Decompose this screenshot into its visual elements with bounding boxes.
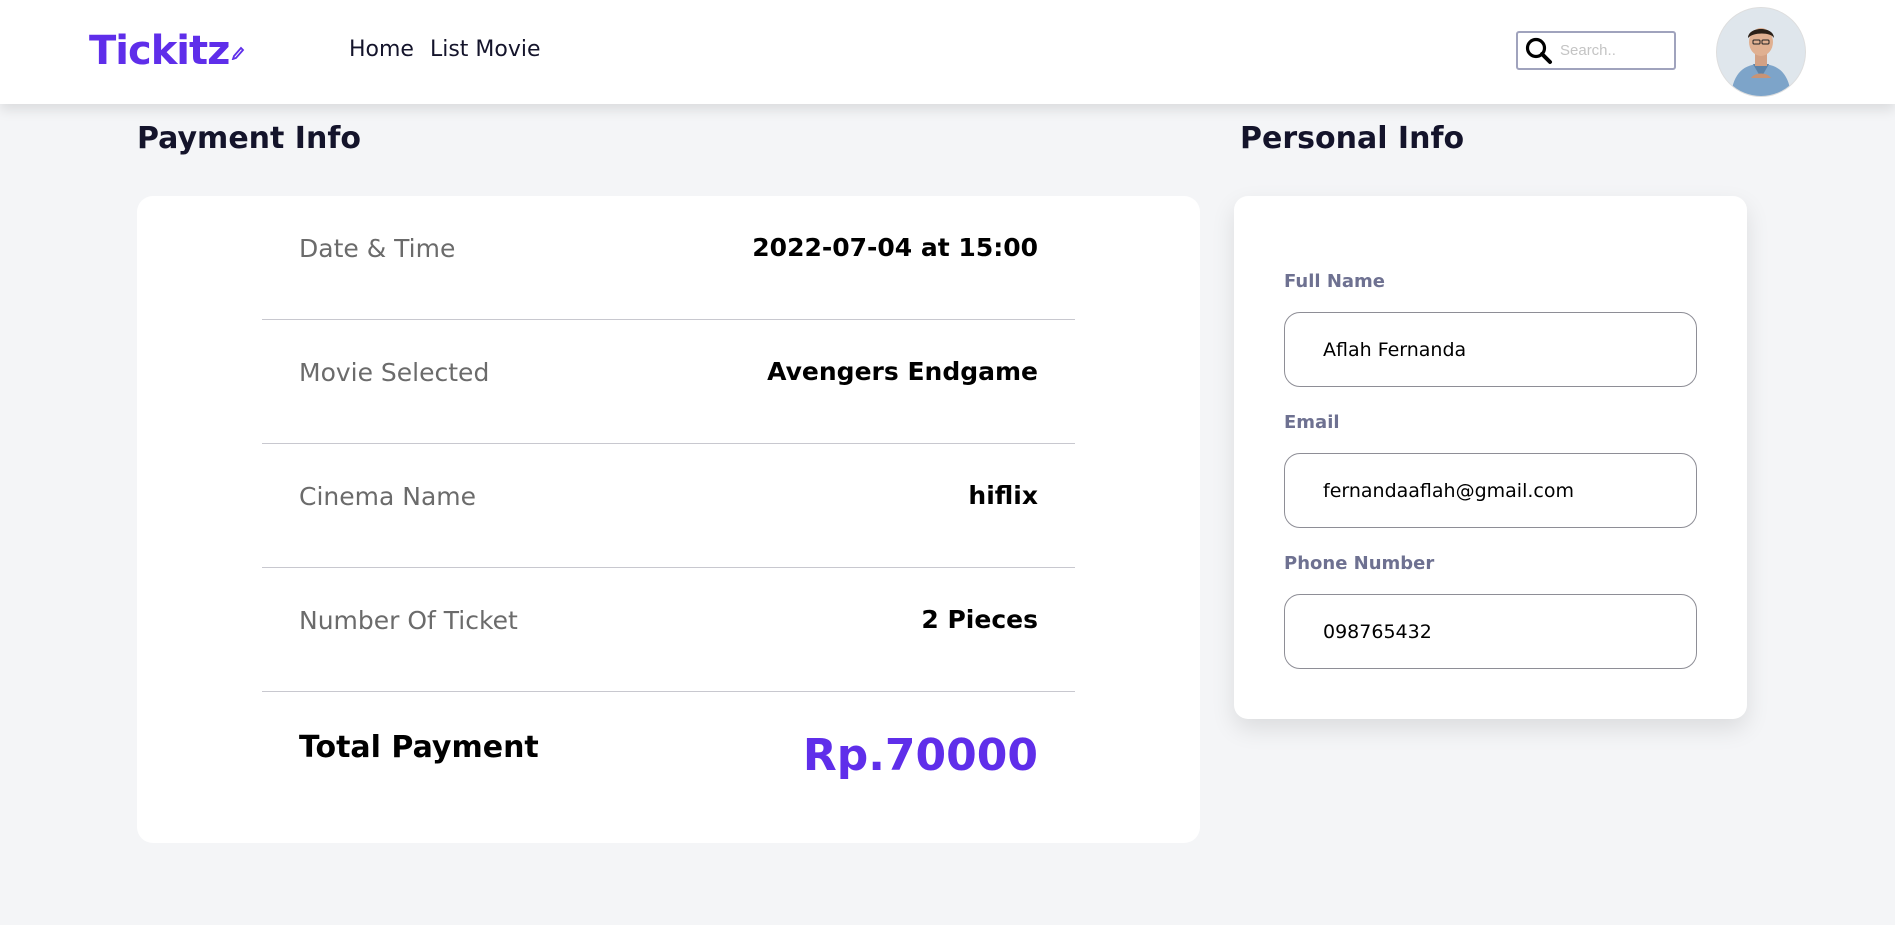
payment-row-date-time: Date & Time 2022-07-04 at 15:00 (262, 196, 1075, 320)
search-input[interactable] (1560, 42, 1670, 59)
full-name-field[interactable] (1284, 312, 1697, 387)
nav-link-list-movie[interactable]: List Movie (430, 36, 541, 64)
phone-number-label: Phone Number (1284, 553, 1435, 574)
logo-text: Tickitz (89, 28, 230, 74)
payment-row-label: Number Of Ticket (299, 606, 518, 635)
payment-row-label: Movie Selected (299, 358, 490, 387)
payment-row-label: Date & Time (299, 234, 456, 263)
pencil-icon (232, 46, 245, 60)
total-payment-value: Rp.70000 (802, 730, 1038, 781)
payment-row-value: 2 Pieces (921, 605, 1038, 634)
nav-link-home[interactable]: Home (349, 36, 414, 64)
full-name-label: Full Name (1284, 271, 1385, 292)
payment-row-tickets: Number Of Ticket 2 Pieces (262, 568, 1075, 692)
payment-info-title: Payment Info (137, 121, 361, 156)
avatar-photo (1717, 8, 1805, 96)
search-box (1516, 31, 1676, 70)
payment-row-cinema: Cinema Name hiflix (262, 444, 1075, 568)
payment-row-value: 2022-07-04 at 15:00 (752, 233, 1038, 262)
payment-row-value: hiflix (968, 481, 1038, 510)
personal-info-title: Personal Info (1240, 121, 1465, 156)
email-field[interactable] (1284, 453, 1697, 528)
payment-info-card: Date & Time 2022-07-04 at 15:00 Movie Se… (137, 196, 1200, 843)
brand-logo[interactable]: Tickitz (89, 26, 245, 76)
search-icon[interactable] (1524, 36, 1554, 66)
user-avatar[interactable] (1716, 7, 1806, 97)
top-navbar: Tickitz Home List Movie (0, 0, 1895, 104)
main-nav: Home List Movie (349, 36, 541, 64)
email-label: Email (1284, 412, 1340, 433)
total-payment-label: Total Payment (299, 730, 539, 765)
personal-info-card: Full Name Email Phone Number (1234, 196, 1747, 719)
payment-row-movie: Movie Selected Avengers Endgame (262, 320, 1075, 444)
payment-row-label: Cinema Name (299, 482, 477, 511)
payment-row-value: Avengers Endgame (767, 357, 1038, 386)
phone-number-field[interactable] (1284, 594, 1697, 669)
